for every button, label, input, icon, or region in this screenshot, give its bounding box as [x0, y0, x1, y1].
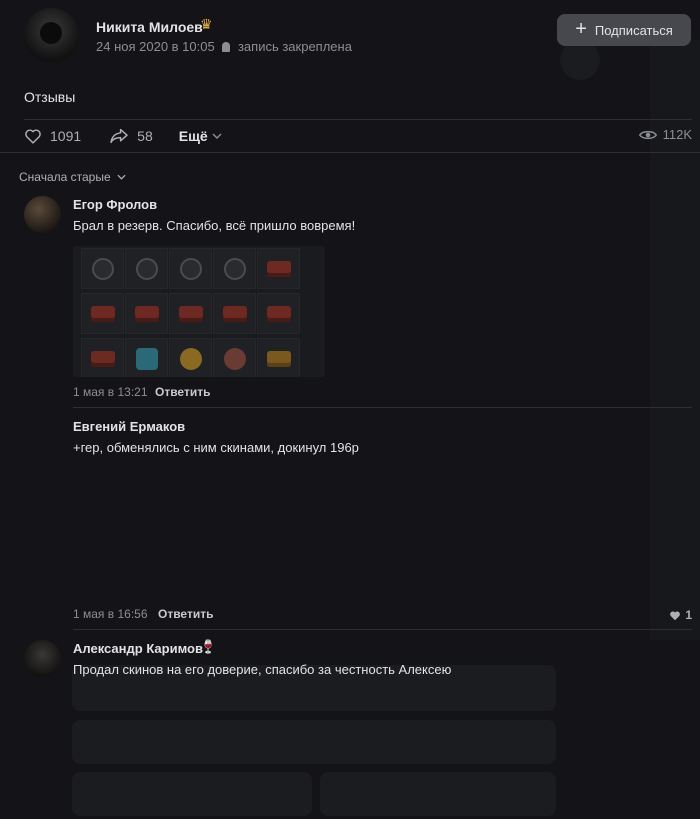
comment-text: +гер, обменялись с ним скинами, докинул …: [73, 440, 359, 455]
plus-icon: +: [575, 18, 587, 40]
commenter-avatar[interactable]: [24, 640, 61, 677]
heart-icon: [25, 129, 41, 144]
share-icon: [110, 128, 128, 144]
chevron-down-icon: [117, 174, 126, 180]
author-name[interactable]: Никита Милоев: [96, 19, 203, 35]
sort-label: Сначала старые: [19, 170, 111, 184]
background-page: [0, 0, 700, 819]
share-count: 58: [137, 128, 153, 144]
comment-author[interactable]: Егор Фролов: [73, 197, 157, 212]
divider: [73, 629, 692, 630]
post-actions: 1091 58 Ещё: [24, 127, 222, 145]
author-avatar[interactable]: [24, 8, 79, 63]
comment-text: Продал скинов на его доверие, спасибо за…: [73, 662, 452, 677]
pin-icon: [222, 42, 231, 52]
reply-button[interactable]: Ответить: [155, 385, 210, 399]
share-button[interactable]: 58: [109, 128, 153, 144]
views-counter: 112K: [638, 127, 692, 142]
inventory-grid: [81, 248, 300, 377]
crown-icon: ♛: [200, 16, 213, 32]
comment-text: Брал в резерв. Спасибо, всё пришло вовре…: [73, 218, 356, 233]
like-count: 1091: [50, 128, 82, 144]
comment-author[interactable]: Александр Каримов: [73, 641, 203, 656]
commenter-avatar[interactable]: [24, 196, 61, 233]
comment-time[interactable]: 1 мая в 16:56: [73, 607, 148, 621]
pinned-label: запись закреплена: [237, 39, 352, 54]
subscribe-button[interactable]: + Подписаться: [557, 14, 691, 46]
chevron-down-icon: [212, 133, 222, 139]
wine-glass-icon: 🍷: [200, 639, 217, 654]
comment-like-count: 1: [685, 608, 692, 622]
comment-like-button[interactable]: 1: [669, 608, 692, 622]
more-button[interactable]: Ещё: [179, 128, 222, 144]
subscribe-label: Подписаться: [594, 22, 673, 38]
more-label: Ещё: [178, 128, 208, 144]
comment-author[interactable]: Евгений Ермаков: [73, 419, 185, 434]
post-date[interactable]: 24 ноя 2020 в 10:05: [96, 39, 215, 54]
divider: [0, 152, 700, 153]
divider: [73, 407, 692, 408]
like-button[interactable]: 1091: [24, 128, 81, 144]
comment-image-attachment[interactable]: [73, 246, 325, 377]
post-text: Отзывы: [24, 89, 76, 105]
post-meta: 24 ноя 2020 в 10:05 запись закреплена: [96, 39, 352, 54]
divider: [24, 119, 692, 120]
reply-button[interactable]: Ответить: [158, 607, 213, 621]
eye-icon: [638, 130, 657, 139]
views-count: 112K: [662, 127, 692, 142]
comments-sort-dropdown[interactable]: Сначала старые: [19, 170, 126, 184]
comment-time[interactable]: 1 мая в 13:21: [73, 385, 148, 399]
heart-icon: [670, 610, 681, 620]
